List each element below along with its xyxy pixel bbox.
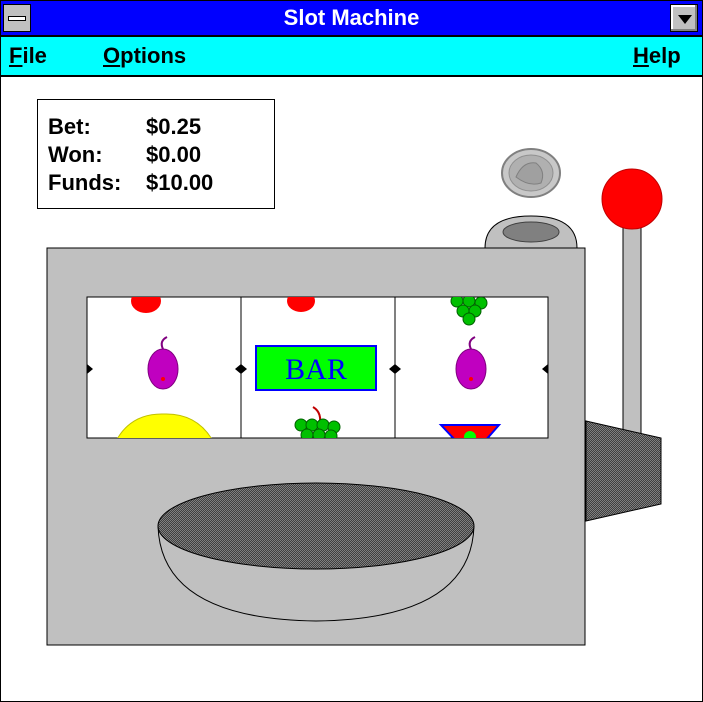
slot-machine-graphic: BAR xyxy=(46,148,663,646)
coin-slot[interactable] xyxy=(484,215,578,249)
bar-text: BAR xyxy=(285,353,347,386)
slot-machine-window: Slot Machine File Options Help Bet: $0.2… xyxy=(0,0,703,702)
bar-symbol: BAR xyxy=(255,345,377,391)
quarter-coin-icon[interactable] xyxy=(501,148,561,198)
payout-tray xyxy=(157,482,475,622)
lever[interactable] xyxy=(585,168,663,522)
reel-window: BAR xyxy=(86,296,549,439)
